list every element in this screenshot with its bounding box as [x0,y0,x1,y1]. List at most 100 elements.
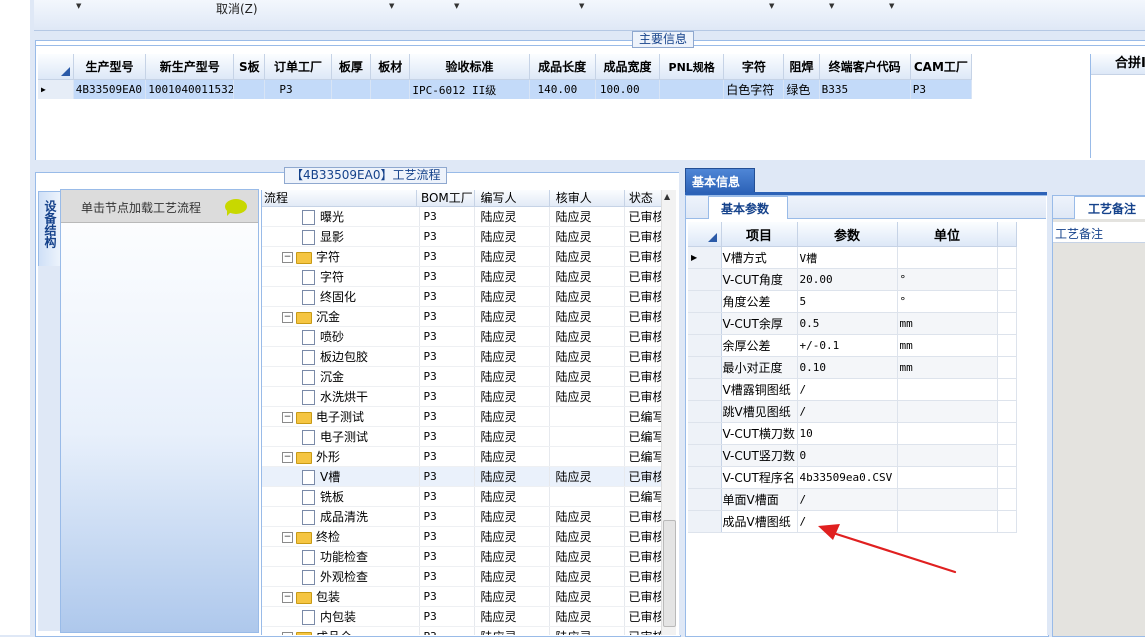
merge-header[interactable]: 合拼Ⅰ [1091,54,1145,75]
collapse-icon[interactable]: − [282,412,293,423]
cell-writer[interactable]: 陆应灵 [474,546,550,567]
cell-status[interactable]: 已审核 [624,246,662,267]
col-header[interactable]: 验收标准 [409,54,530,80]
dropdown-arrow-icon[interactable]: ▼ [454,2,459,10]
tab-remarks[interactable]: 工艺备注 [1074,196,1145,219]
tree-row[interactable]: −成品仓P3陆应灵陆应灵已审核 [262,626,662,635]
cell-writer[interactable]: 陆应灵 [474,207,550,227]
cell-bom[interactable]: P3 [419,207,475,227]
cell-reviewer[interactable]: 陆应灵 [549,266,625,287]
tree-node[interactable]: − 包装 [262,586,420,607]
cell-reviewer[interactable]: 陆应灵 [549,207,625,227]
col-header[interactable]: 核审人 [550,190,625,206]
cell-writer[interactable]: 陆应灵 [474,266,550,287]
cell-reviewer[interactable]: 陆应灵 [549,586,625,607]
cell-writer[interactable]: 陆应灵 [474,486,550,507]
param-row[interactable]: V-CUT角度 20.00 ° [688,268,1017,291]
tree-node[interactable]: − 沉金 [262,306,420,327]
cell-writer[interactable]: 陆应灵 [474,386,550,407]
param-item[interactable]: 角度公差 [721,290,798,313]
col-header[interactable]: 项目 [721,222,798,247]
param-item[interactable]: V-CUT竖刀数 [721,444,798,467]
tree-row[interactable]: 曝光 P3 陆应灵 陆应灵 已审核 [262,207,662,227]
cell[interactable] [370,79,411,99]
cell-bom[interactable]: P3 [419,326,475,347]
cell-reviewer[interactable]: 陆应灵 [549,546,625,567]
cell-bom[interactable]: P3 [419,266,475,287]
tree-row[interactable]: 终固化 P3 陆应灵 陆应灵 已审核 [262,286,662,307]
tree-row[interactable]: − 外形 P3 陆应灵 已编写 [262,446,662,467]
tree-node[interactable]: 曝光 [262,207,420,227]
cell-status[interactable]: 已审核 [624,286,662,307]
cell-writer[interactable]: 陆应灵 [474,526,550,547]
col-header[interactable]: 编写人 [475,190,550,206]
tree-node[interactable]: − 终检 [262,526,420,547]
cell-status[interactable]: 已审核 [624,346,662,367]
cell-bom[interactable]: P3 [419,486,475,507]
cell-bom[interactable]: P3 [419,466,475,487]
cell-reviewer[interactable]: 陆应灵 [549,306,625,327]
cell-bom[interactable]: P3 [419,546,475,567]
cell-writer[interactable]: 陆应灵 [474,446,550,467]
tree-node[interactable]: 成品清洗 [262,506,420,527]
param-unit[interactable]: ° [897,268,998,291]
cell-reviewer[interactable]: 陆应灵 [549,286,625,307]
cell-writer[interactable]: 陆应灵 [474,406,550,427]
cell-bom[interactable]: P3 [419,386,475,407]
tree-row[interactable]: 字符 P3 陆应灵 陆应灵 已审核 [262,266,662,287]
param-item[interactable]: V槽露铜图纸 [721,378,798,401]
param-unit[interactable]: ° [897,290,998,313]
cell-reviewer[interactable]: 陆应灵 [549,506,625,527]
param-row[interactable]: ▶ V槽方式 V槽 [688,246,1017,269]
param-row[interactable]: 最小对正度 0.10 mm [688,356,1017,379]
cell-status[interactable]: 已审核 [624,207,662,227]
tree-row[interactable]: − 字符 P3 陆应灵 陆应灵 已审核 [262,246,662,267]
cell-writer[interactable]: 陆应灵 [474,246,550,267]
param-unit[interactable]: mm [897,312,998,335]
tree-row[interactable]: V槽 P3 陆应灵 陆应灵 已审核 [262,466,662,487]
param-value[interactable]: V槽 [797,246,898,269]
cell-bom[interactable]: P3 [419,246,475,267]
cell-writer[interactable]: 陆应灵 [474,306,550,327]
cell-status[interactable]: 已审核 [624,266,662,287]
cell[interactable]: 白色字符 [723,79,785,99]
cell-reviewer[interactable]: 陆应灵 [549,326,625,347]
cell-reviewer[interactable] [549,426,625,447]
horizontal-splitter[interactable] [34,160,1145,166]
tree-row[interactable]: − 终检 P3 陆应灵 陆应灵 已审核 [262,526,662,547]
cell-reviewer[interactable]: 陆应灵 [549,526,625,547]
param-unit[interactable] [897,466,998,489]
cell-bom[interactable]: P3 [419,306,475,327]
param-row[interactable]: 单面V槽面 / [688,488,1017,511]
tree-row[interactable]: − 沉金 P3 陆应灵 陆应灵 已审核 [262,306,662,327]
cell-status[interactable]: 已编写 [624,446,662,467]
col-header[interactable]: PNL规格 [659,54,725,80]
cell-bom[interactable]: P3 [419,626,475,635]
dropdown-arrow-icon[interactable]: ▼ [889,2,894,10]
cell-status[interactable]: 已审核 [624,506,662,527]
tree-node[interactable]: 功能检查 [262,546,420,567]
col-header[interactable]: 板材 [370,54,411,80]
cell[interactable]: 绿色 [783,79,820,99]
col-header[interactable]: CAM工厂 [910,54,973,80]
cell-bom[interactable]: P3 [419,446,475,467]
param-row[interactable]: V槽露铜图纸 / [688,378,1017,401]
tree-row[interactable]: 电子测试 P3 陆应灵 已编写 [262,426,662,447]
cell-status[interactable]: 已审核 [624,366,662,387]
col-header[interactable]: 板厚 [331,54,372,80]
cell-writer[interactable]: 陆应灵 [474,466,550,487]
cell[interactable]: 140.00 [529,79,596,99]
param-row[interactable]: 角度公差 5 ° [688,290,1017,313]
cell-status[interactable]: 已审核 [624,466,662,487]
cell-reviewer[interactable]: 陆应灵 [549,346,625,367]
collapse-icon[interactable]: − [282,312,293,323]
cell-reviewer[interactable]: 陆应灵 [549,566,625,587]
cell-status[interactable]: 已编写 [624,406,662,427]
tree-node[interactable]: 电子测试 [262,426,420,447]
cell-reviewer[interactable] [549,446,625,467]
cell-reviewer[interactable]: 陆应灵 [549,626,625,635]
cell-writer[interactable]: 陆应灵 [474,366,550,387]
tree-row[interactable]: − 包装 P3 陆应灵 陆应灵 已审核 [262,586,662,607]
cell-reviewer[interactable] [549,406,625,427]
param-item[interactable]: 余厚公差 [721,334,798,357]
